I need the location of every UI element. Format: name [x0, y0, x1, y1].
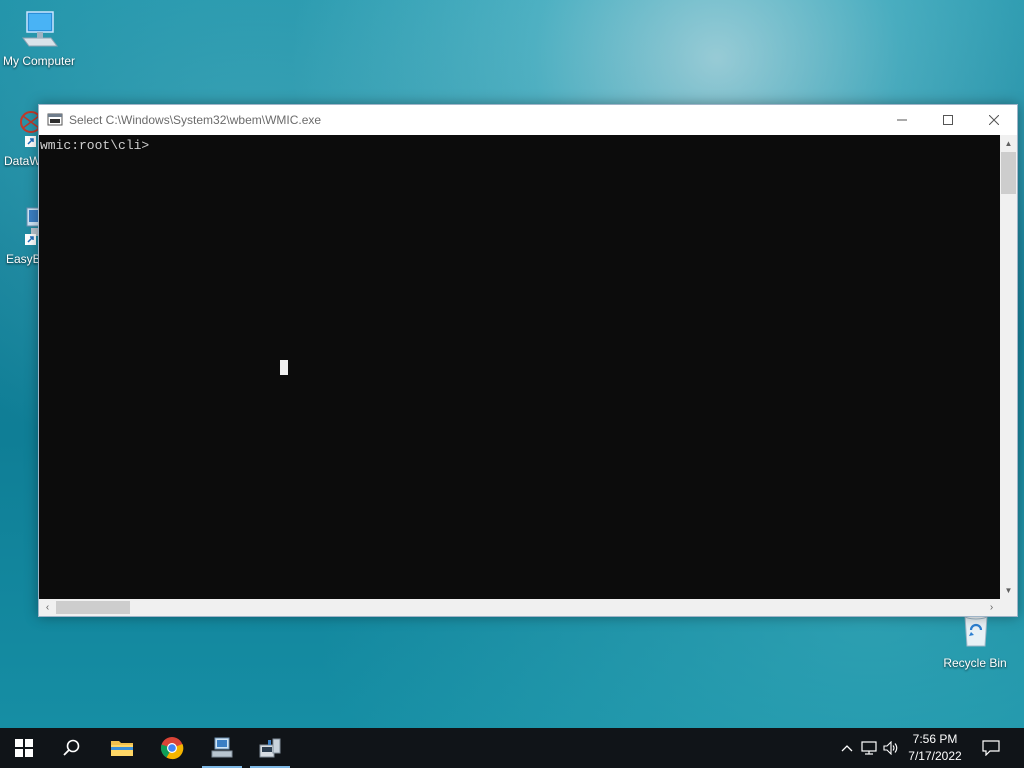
volume-button[interactable] [880, 741, 902, 755]
maximize-icon [943, 115, 953, 125]
chrome-icon [160, 737, 184, 760]
taskbar: 7:56 PM 7/17/2022 [0, 728, 1024, 768]
desktop-icon-label: My Computer [2, 54, 76, 68]
file-explorer-icon [111, 741, 133, 756]
show-hidden-icons-button[interactable] [836, 744, 858, 752]
close-icon [989, 115, 999, 125]
desktop-icon-recycle-bin[interactable]: Recycle Bin [932, 610, 1018, 670]
vertical-scrollbar[interactable]: ▲ ▼ [1000, 135, 1017, 599]
taskbar-wmic-app[interactable] [246, 728, 294, 768]
scroll-left-arrow-icon[interactable]: ‹ [39, 599, 56, 616]
computer-app-icon [211, 737, 233, 758]
maximize-button[interactable] [925, 105, 971, 135]
desktop-icon-label: Recycle Bin [943, 656, 1007, 670]
notification-icon [982, 740, 1000, 756]
window-title: Select C:\Windows\System32\wbem\WMIC.exe [69, 113, 322, 127]
network-button[interactable] [858, 741, 880, 755]
clock-time: 7:56 PM [912, 732, 958, 746]
computer-icon [17, 8, 61, 52]
wmic-app-icon [259, 738, 281, 758]
desktop: My Computer DataW EasyB Recycle Bin Sele… [0, 0, 1024, 728]
text-cursor [280, 360, 288, 375]
console-output[interactable]: wmic:root\cli> [39, 135, 1000, 599]
console-app-icon [47, 112, 63, 128]
action-center-button[interactable] [968, 728, 1014, 768]
minimize-icon [897, 119, 907, 121]
volume-icon [883, 741, 898, 755]
search-icon [63, 739, 80, 756]
horizontal-scrollbar[interactable]: ‹ › [39, 599, 1000, 616]
taskbar-computer-app[interactable] [198, 728, 246, 768]
wmic-console-window[interactable]: Select C:\Windows\System32\wbem\WMIC.exe… [38, 104, 1018, 617]
taskbar-file-explorer[interactable] [98, 728, 146, 768]
scrollbar-corner [1000, 599, 1017, 616]
scroll-down-arrow-icon[interactable]: ▼ [1000, 582, 1017, 599]
taskbar-chrome[interactable] [148, 728, 196, 768]
desktop-icon-my-computer[interactable]: My Computer [0, 8, 82, 68]
window-titlebar[interactable]: Select C:\Windows\System32\wbem\WMIC.exe [39, 105, 1017, 135]
clock-date: 7/17/2022 [908, 749, 962, 763]
taskbar-clock[interactable]: 7:56 PM 7/17/2022 [900, 728, 970, 768]
scroll-up-arrow-icon[interactable]: ▲ [1000, 135, 1017, 152]
minimize-button[interactable] [879, 105, 925, 135]
vertical-scroll-thumb[interactable] [1001, 152, 1016, 194]
network-icon [861, 741, 877, 755]
scroll-right-arrow-icon[interactable]: › [983, 599, 1000, 616]
horizontal-scroll-thumb[interactable] [56, 601, 130, 614]
start-icon [15, 739, 33, 757]
start-button[interactable] [0, 728, 48, 768]
system-tray [836, 728, 902, 768]
console-prompt-line: wmic:root\cli> [40, 138, 150, 153]
search-button[interactable] [48, 728, 96, 768]
close-button[interactable] [971, 105, 1017, 135]
chevron-up-icon [841, 745, 853, 752]
